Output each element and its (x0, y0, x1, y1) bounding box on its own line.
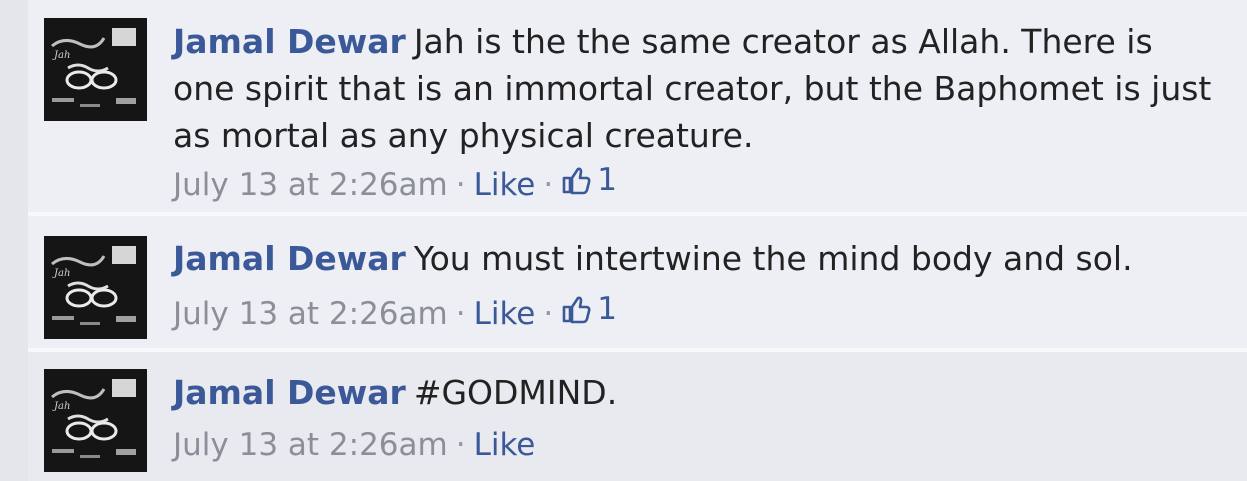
avatar[interactable]: Jah (44, 236, 147, 339)
comments-panel: Jah Jamal Dewar Jah is the the same creat… (0, 0, 1247, 481)
svg-text:Jah: Jah (52, 401, 70, 412)
like-count[interactable]: 1 (561, 162, 617, 198)
comment-body: Jamal Dewar You must intertwine the mind … (173, 235, 1213, 282)
comment-author-link[interactable]: Jamal Dewar (173, 22, 406, 61)
comment-text: You must intertwine the mind body and so… (413, 239, 1133, 278)
avatar[interactable]: Jah (44, 369, 147, 472)
comment-text: #GODMIND. (413, 373, 618, 412)
meta-separator: · (543, 296, 554, 332)
meta-separator: · (455, 167, 466, 203)
comment-item: Jah Jamal Dewar You must intertwine the m… (28, 216, 1247, 348)
svg-text:Jah: Jah (52, 50, 70, 61)
comment-item: Jah Jamal Dewar #GODMIND. July 13 at 2:26… (28, 352, 1247, 481)
meta-separator: · (543, 167, 554, 203)
comment-author-link[interactable]: Jamal Dewar (173, 373, 406, 412)
like-count-value: 1 (597, 162, 617, 198)
comment-body: Jamal Dewar Jah is the the same creator a… (173, 18, 1213, 159)
comment-meta: July 13 at 2:26am · Like · 1 (173, 291, 617, 332)
thumbs-up-icon (562, 296, 591, 324)
panel-left-edge (0, 0, 28, 481)
like-link[interactable]: Like (474, 427, 536, 463)
like-link[interactable]: Like (474, 296, 536, 332)
svg-text:Jah: Jah (52, 268, 70, 279)
avatar[interactable]: Jah (44, 18, 147, 121)
thumbs-up-icon (562, 167, 591, 195)
like-count-value: 1 (597, 291, 617, 327)
like-count[interactable]: 1 (561, 291, 617, 327)
meta-separator: · (455, 427, 466, 463)
like-link[interactable]: Like (474, 167, 536, 203)
comment-timestamp[interactable]: July 13 at 2:26am (173, 427, 448, 463)
comment-meta: July 13 at 2:26am · Like (173, 427, 535, 463)
comment-body: Jamal Dewar #GODMIND. (173, 369, 1213, 416)
comment-author-link[interactable]: Jamal Dewar (173, 239, 406, 278)
meta-separator: · (455, 296, 466, 332)
comment-item: Jah Jamal Dewar Jah is the the same creat… (28, 0, 1247, 212)
comment-meta: July 13 at 2:26am · Like · 1 (173, 162, 617, 203)
comment-timestamp[interactable]: July 13 at 2:26am (173, 167, 448, 203)
comment-timestamp[interactable]: July 13 at 2:26am (173, 296, 448, 332)
